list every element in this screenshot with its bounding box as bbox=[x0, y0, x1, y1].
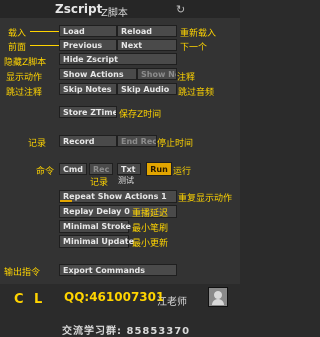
annotation-run: 运行 bbox=[173, 167, 192, 177]
store-ztime-button[interactable]: Store ZTime bbox=[59, 106, 117, 118]
show-notes-button[interactable]: Show Notes bbox=[137, 68, 177, 80]
annotation-record: 记录 bbox=[28, 139, 47, 149]
qq-number: QQ:461007301 bbox=[64, 290, 165, 304]
annotation-load: 载入 bbox=[8, 29, 27, 39]
annotation-min-stroke: 最小笔刷 bbox=[132, 224, 169, 234]
repeat-show-actions-slider[interactable]: Repeat Show Actions 1 bbox=[59, 190, 177, 203]
annotation-show-actions: 显示动作 bbox=[6, 73, 43, 83]
annotation-end-rec: 停止时间 bbox=[157, 139, 194, 149]
previous-button[interactable]: Previous bbox=[59, 39, 117, 51]
minimal-stroke-slider[interactable]: Minimal Stroke bbox=[59, 220, 131, 233]
rec-button[interactable]: Rec bbox=[89, 163, 113, 175]
logo-letter-l: L bbox=[34, 292, 43, 307]
annotation-txt: 测试 bbox=[118, 176, 134, 185]
skip-audio-button[interactable]: Skip Audio bbox=[117, 83, 177, 95]
annotation-skip-audio: 跳过音频 bbox=[178, 88, 215, 98]
annotation-min-update: 最小更新 bbox=[132, 239, 169, 249]
annotation-hide-zscript: 隐藏Z脚本 bbox=[4, 58, 47, 68]
load-button[interactable]: Load bbox=[59, 25, 117, 37]
annotation-rec: 记录 bbox=[90, 178, 109, 188]
annotation-export: 输出指令 bbox=[4, 268, 41, 278]
study-group: 交流学习群: 85853370 bbox=[62, 326, 191, 337]
annotation-next: 下一个 bbox=[180, 43, 208, 53]
panel-title: Zscript bbox=[55, 2, 103, 16]
slider-label: Replay Delay bbox=[63, 207, 122, 216]
record-button[interactable]: Record bbox=[59, 135, 117, 147]
cmd-button[interactable]: Cmd bbox=[59, 163, 87, 175]
logo-letter-c: C bbox=[14, 292, 24, 307]
slider-label: Minimal Stroke bbox=[63, 222, 131, 231]
refresh-icon[interactable]: ↻ bbox=[176, 3, 185, 16]
annotation-skip-notes: 跳过注释 bbox=[6, 88, 43, 98]
end-rec-button[interactable]: End Rec bbox=[117, 135, 157, 147]
txt-button[interactable]: Txt bbox=[117, 163, 141, 175]
annotation-previous: 前面 bbox=[8, 43, 27, 53]
avatar bbox=[208, 287, 228, 307]
slider-label: Minimal Update bbox=[63, 237, 134, 246]
annotation-reload: 重新载入 bbox=[180, 29, 217, 39]
minimal-update-slider[interactable]: Minimal Update bbox=[59, 235, 134, 248]
panel-title-note: Z脚本 bbox=[101, 8, 128, 19]
teacher-name: 江老师 bbox=[157, 297, 187, 308]
reload-button[interactable]: Reload bbox=[117, 25, 177, 37]
slider-value: 0 bbox=[124, 207, 130, 216]
export-commands-button[interactable]: Export Commands bbox=[59, 264, 177, 276]
annotation-store-ztime: 保存Z时间 bbox=[119, 110, 162, 120]
annotation-line bbox=[30, 31, 59, 32]
show-actions-button[interactable]: Show Actions bbox=[59, 68, 137, 80]
slider-value: 1 bbox=[161, 192, 167, 201]
next-button[interactable]: Next bbox=[117, 39, 177, 51]
annotation-repeat: 重复显示动作 bbox=[178, 194, 233, 204]
run-button[interactable]: Run bbox=[146, 162, 172, 176]
annotation-line bbox=[30, 45, 59, 46]
annotation-replay: 重播延迟 bbox=[132, 209, 169, 219]
skip-notes-button[interactable]: Skip Notes bbox=[59, 83, 117, 95]
slider-fill bbox=[60, 200, 72, 202]
hide-zscript-button[interactable]: Hide Zscript bbox=[59, 53, 177, 65]
annotation-cmd: 命令 bbox=[36, 167, 55, 177]
slider-label: Repeat Show Actions bbox=[63, 192, 159, 201]
annotation-show-notes: 注释 bbox=[177, 73, 196, 83]
